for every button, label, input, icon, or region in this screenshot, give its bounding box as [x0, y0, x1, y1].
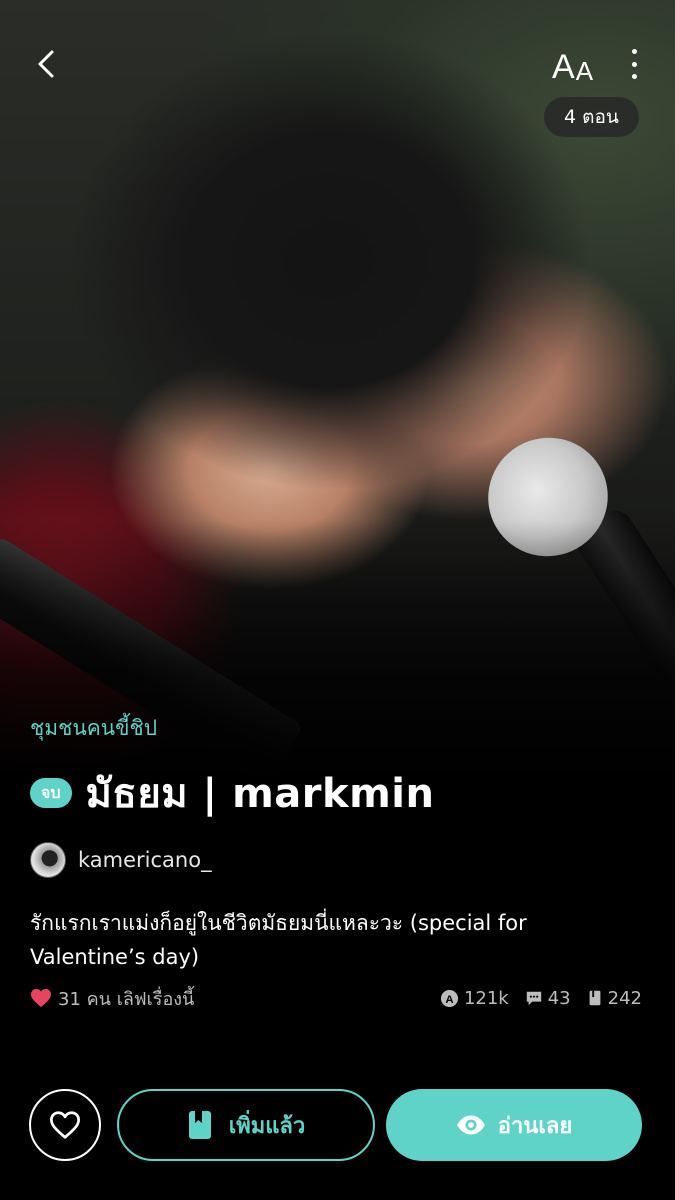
book-icon — [589, 990, 601, 1006]
read-now-button[interactable]: อ่านเลย — [386, 1089, 642, 1161]
bookmark-book-icon — [188, 1111, 211, 1139]
add-to-library-button[interactable]: เพิ่มแล้ว — [117, 1089, 375, 1161]
chevron-left-icon — [38, 50, 54, 78]
back-button[interactable] — [28, 42, 68, 86]
views-value: 121k — [463, 987, 509, 1009]
comments-value: 43 — [547, 987, 571, 1009]
font-size-label-big: A — [552, 48, 575, 86]
avatar — [30, 842, 66, 878]
chapter-count-badge: 4 ตอน — [544, 97, 639, 137]
more-vertical-icon — [631, 49, 637, 54]
author-link[interactable]: kamericano_ — [30, 842, 212, 878]
stats-row: 31 คน เลิฟเรื่องนี้ A 121k 43 242 — [30, 984, 642, 1012]
status-badge: จบ — [30, 778, 72, 808]
svg-text:A: A — [445, 993, 453, 1005]
story-synopsis: รักแรกเราแม่งก็อยู่ในชีวิตมัธยมนี่แหละวะ… — [30, 911, 527, 969]
likes: 31 คน เลิฟเรื่องนี้ — [30, 984, 194, 1013]
read-now-label: อ่านเลย — [497, 1113, 573, 1139]
category-link[interactable]: ชุมชนคนขี้ชิป — [30, 712, 157, 745]
more-options-button[interactable] — [620, 46, 648, 82]
eye-icon — [456, 1115, 485, 1135]
more-vertical-icon-dot — [631, 61, 637, 67]
font-size-label-small: A — [575, 56, 594, 86]
views-icon: A — [440, 989, 459, 1007]
title-row: จบ มัธยม | markmin — [30, 766, 434, 820]
likes-label: 31 คน เลิฟเรื่องนี้ — [58, 988, 195, 1010]
story-title: มัธยม | markmin — [85, 771, 435, 817]
views-count: A 121k — [440, 988, 509, 1009]
font-size-button[interactable]: A A — [552, 44, 593, 84]
heart-outline-icon — [49, 1111, 80, 1139]
story-counts: A 121k 43 242 — [440, 988, 642, 1009]
author-name: kamericano_ — [78, 848, 212, 872]
bookmarks-count: 242 — [587, 988, 642, 1009]
favorite-button[interactable] — [29, 1089, 101, 1161]
comments-count: 43 — [525, 988, 571, 1009]
comment-icon — [526, 991, 541, 1006]
bookmarks-value: 242 — [607, 987, 642, 1009]
more-vertical-icon-dot — [631, 74, 637, 79]
add-to-library-label: เพิ่มแล้ว — [228, 1113, 306, 1139]
heart-icon — [31, 988, 51, 1008]
